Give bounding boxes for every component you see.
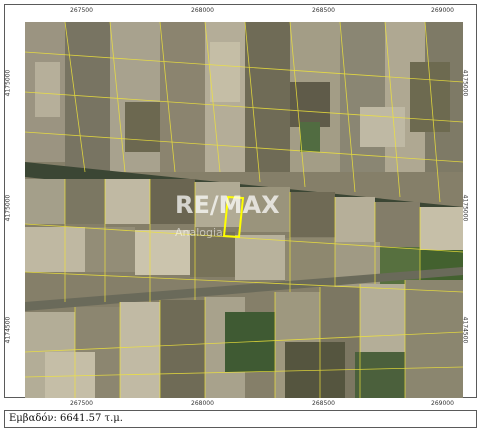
x-tick-bottom-1: 267500 <box>70 400 93 407</box>
y-tick-left-1: 4175000 <box>4 69 12 97</box>
map-canvas <box>25 22 463 398</box>
x-tick-top-3: 268500 <box>312 7 335 14</box>
y-tick-left-2: 4175000 <box>4 194 12 222</box>
map-frame: 267500 268000 268500 269000 267500 26800… <box>4 4 477 407</box>
satellite-map[interactable] <box>25 22 463 398</box>
x-tick-bottom-2: 268000 <box>191 400 214 407</box>
x-tick-top-1: 267500 <box>70 7 93 14</box>
x-tick-top-2: 268000 <box>191 7 214 14</box>
x-tick-bottom-3: 268500 <box>312 400 335 407</box>
area-caption: Εμβαδόν: 6641.57 τ.μ. <box>4 410 477 428</box>
field-patches-upper <box>25 22 463 172</box>
x-tick-top-4: 269000 <box>431 7 454 14</box>
y-tick-left-3: 4174500 <box>4 316 12 344</box>
x-tick-bottom-4: 269000 <box>431 400 454 407</box>
